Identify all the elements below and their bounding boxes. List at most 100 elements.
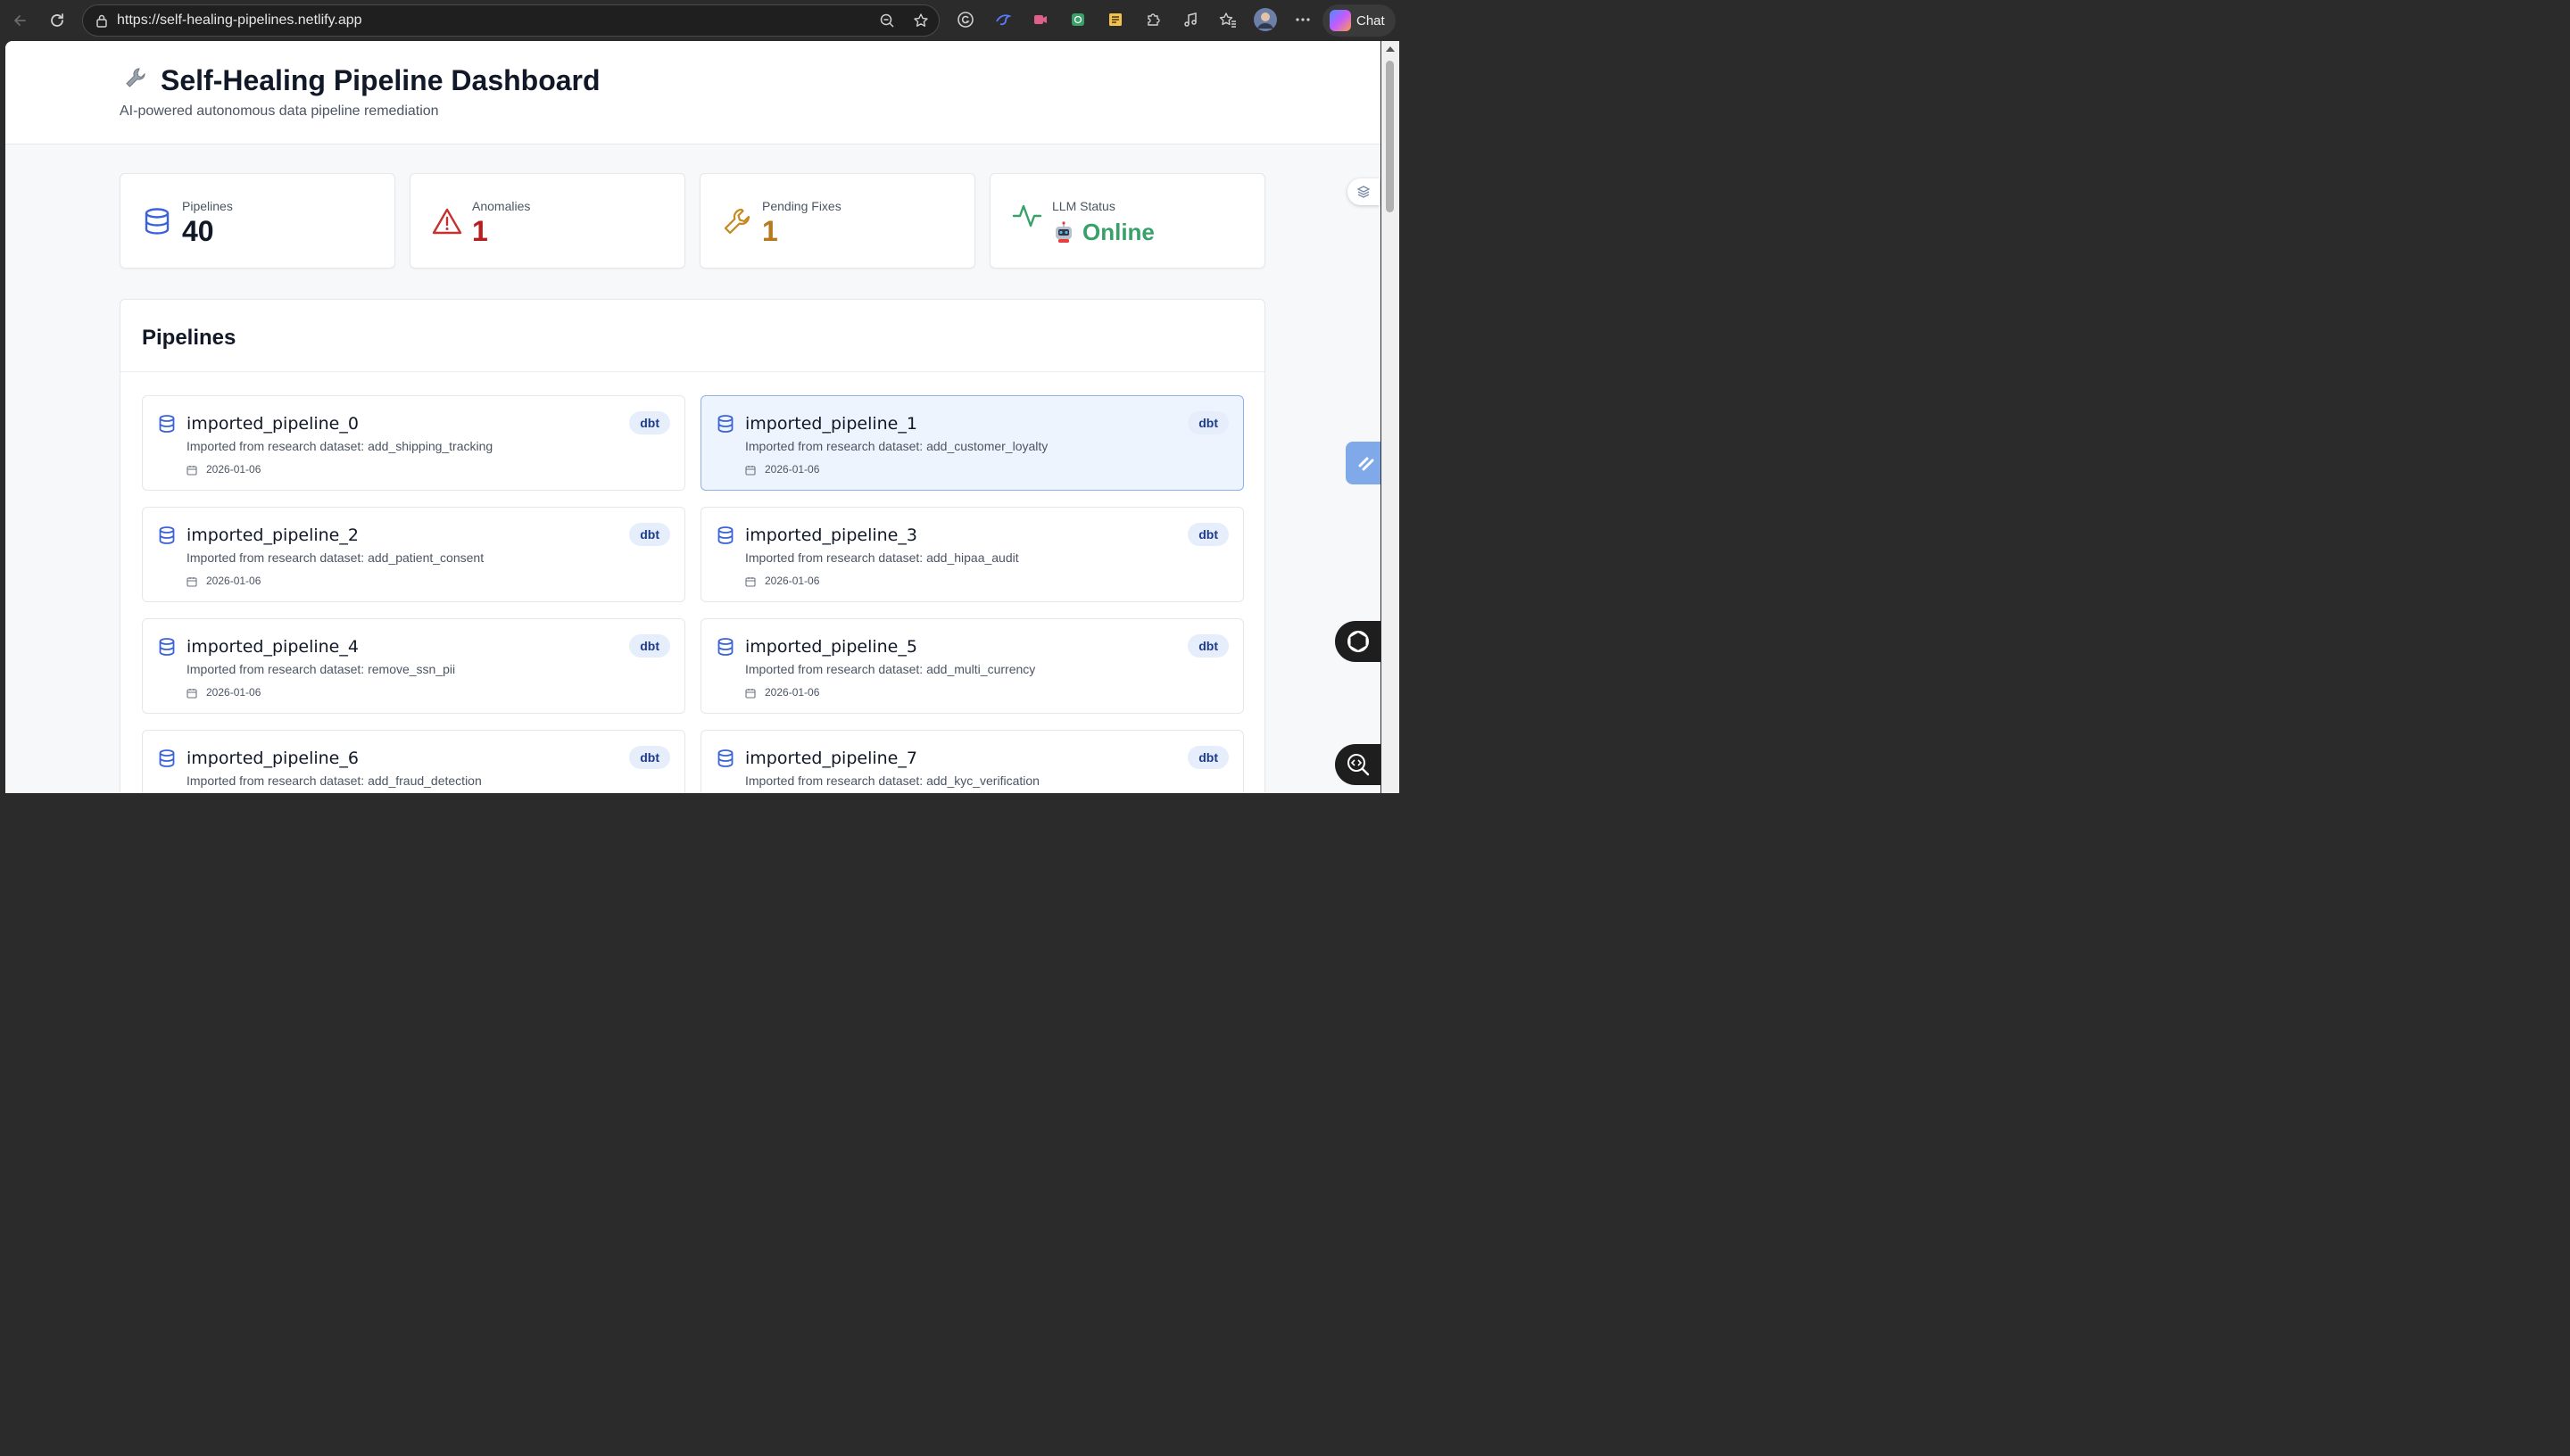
pipeline-type-badge: dbt — [629, 523, 670, 546]
search-code-widget-button[interactable] — [1335, 744, 1380, 785]
pipeline-card[interactable]: imported_pipeline_3 dbt Imported from rese… — [701, 507, 1244, 602]
stat-card-anomalies: Anomalies 1 — [410, 173, 685, 269]
calendar-icon — [745, 687, 756, 699]
pipeline-type-badge: dbt — [1188, 523, 1229, 546]
favorite-star-icon[interactable] — [912, 12, 930, 29]
calendar-icon — [187, 464, 197, 476]
address-bar[interactable]: https://self-healing-pipelines.netlify.a… — [82, 4, 940, 37]
pipeline-type-badge: dbt — [1188, 746, 1229, 769]
stat-card-llm-status: LLM Status Online — [990, 173, 1265, 269]
robot-icon — [1052, 221, 1075, 244]
pipeline-date: 2026-01-06 — [765, 575, 820, 587]
stat-label: LLM Status — [1052, 199, 1115, 213]
database-icon — [717, 637, 734, 657]
database-icon — [158, 525, 176, 545]
pipeline-date: 2026-01-06 — [206, 686, 261, 699]
pipeline-type-badge: dbt — [1188, 411, 1229, 434]
pipeline-card[interactable]: imported_pipeline_6 dbt Imported from rese… — [142, 730, 685, 793]
extension-video-icon[interactable] — [1028, 7, 1053, 32]
pipeline-name: imported_pipeline_3 — [745, 525, 917, 545]
llm-status-text: Online — [1082, 219, 1155, 245]
zoom-out-icon[interactable] — [878, 12, 896, 29]
database-icon — [158, 749, 176, 768]
pipeline-card[interactable]: imported_pipeline_2 dbt Imported from rese… — [142, 507, 685, 602]
database-icon — [717, 414, 734, 434]
stat-value: 1 — [472, 215, 488, 247]
media-control-icon[interactable] — [1178, 7, 1203, 32]
llm-status-value: Online — [1052, 219, 1155, 246]
database-icon — [158, 414, 176, 434]
calendar-icon — [187, 687, 197, 699]
wrench-emoji-icon — [123, 65, 148, 96]
database-icon — [717, 525, 734, 545]
copilot-chat-button[interactable]: Chat — [1322, 4, 1396, 37]
favorites-icon[interactable] — [1215, 7, 1240, 32]
stat-label: Anomalies — [472, 199, 531, 213]
openai-widget-button[interactable] — [1335, 621, 1380, 662]
page-subtitle: AI-powered autonomous data pipeline reme… — [120, 103, 439, 119]
pipeline-name: imported_pipeline_6 — [187, 749, 359, 768]
pipeline-name: imported_pipeline_4 — [187, 637, 359, 657]
stat-value: 40 — [182, 215, 214, 247]
database-icon — [717, 749, 734, 768]
pipeline-type-badge: dbt — [629, 411, 670, 434]
pipeline-date: 2026-01-06 — [765, 686, 820, 699]
pipelines-panel-header: Pipelines — [120, 300, 1264, 372]
copilot-icon — [1330, 10, 1351, 31]
back-arrow-icon[interactable] — [7, 8, 32, 33]
pipeline-description: Imported from research dataset: add_cust… — [745, 439, 1049, 453]
pipeline-description: Imported from research dataset: add_mult… — [745, 662, 1036, 676]
pipeline-card[interactable]: imported_pipeline_1 dbt Imported from rese… — [701, 395, 1244, 491]
pipeline-type-badge: dbt — [1188, 634, 1229, 658]
pipeline-card[interactable]: imported_pipeline_7 dbt Imported from rese… — [701, 730, 1244, 793]
pipeline-type-badge: dbt — [629, 746, 670, 769]
pipeline-description: Imported from research dataset: add_pati… — [187, 550, 485, 565]
pipeline-name: imported_pipeline_0 — [187, 414, 359, 434]
stat-card-pipelines: Pipelines 40 — [120, 173, 395, 269]
pipeline-description: Imported from research dataset: add_frau… — [187, 774, 482, 788]
floating-assistant-button[interactable] — [1346, 442, 1380, 484]
url-text[interactable]: https://self-healing-pipelines.netlify.a… — [117, 12, 362, 29]
grammarly-extension-icon[interactable] — [953, 7, 978, 32]
lock-icon[interactable] — [94, 12, 110, 29]
warning-icon — [432, 208, 462, 235]
scrollbar-thumb[interactable] — [1386, 61, 1394, 212]
pipeline-description: Imported from research dataset: add_ship… — [187, 439, 493, 453]
page-scrollbar[interactable] — [1381, 41, 1399, 793]
extension-notes-icon[interactable] — [1103, 7, 1128, 32]
extension-bird-icon[interactable] — [991, 7, 1016, 32]
scroll-up-arrow-icon[interactable] — [1386, 46, 1395, 52]
pipeline-type-badge: dbt — [629, 634, 670, 658]
pipeline-description: Imported from research dataset: add_kyc_… — [745, 774, 1040, 788]
pipeline-date: 2026-01-06 — [206, 463, 261, 476]
chat-label: Chat — [1356, 12, 1385, 29]
pipeline-date: 2026-01-06 — [206, 575, 261, 587]
browser-toolbar: https://self-healing-pipelines.netlify.a… — [0, 0, 1399, 41]
database-icon — [158, 637, 176, 657]
profile-avatar[interactable] — [1253, 7, 1278, 32]
reload-icon[interactable] — [45, 8, 70, 33]
pipeline-card[interactable]: imported_pipeline_4 dbt Imported from rese… — [142, 618, 685, 714]
stat-label: Pipelines — [182, 199, 233, 213]
pipeline-card[interactable]: imported_pipeline_0 dbt Imported from rese… — [142, 395, 685, 491]
sidebar-extension-widget[interactable] — [1347, 178, 1380, 205]
pipeline-name: imported_pipeline_2 — [187, 525, 359, 545]
pipelines-title: Pipelines — [142, 326, 236, 350]
page-header: Self-Healing Pipeline Dashboard AI-power… — [5, 41, 1380, 145]
pipeline-card[interactable]: imported_pipeline_5 dbt Imported from rese… — [701, 618, 1244, 714]
page-viewport: Self-Healing Pipeline Dashboard AI-power… — [5, 41, 1380, 793]
pipeline-name: imported_pipeline_5 — [745, 637, 917, 657]
wrench-icon — [724, 208, 750, 235]
stat-card-pending-fixes: Pending Fixes 1 — [700, 173, 975, 269]
chatgpt-extension-icon[interactable] — [1065, 7, 1090, 32]
stat-label: Pending Fixes — [762, 199, 841, 213]
pipeline-name: imported_pipeline_1 — [745, 414, 917, 434]
calendar-icon — [745, 575, 756, 587]
pipeline-description: Imported from research dataset: add_hipa… — [745, 550, 1019, 565]
stat-value: 1 — [762, 215, 778, 247]
more-options-icon[interactable] — [1290, 7, 1315, 32]
page-title: Self-Healing Pipeline Dashboard — [161, 64, 601, 96]
pipelines-panel: Pipelines imported_pipeline_0 dbt Imported… — [120, 299, 1265, 793]
extensions-puzzle-icon[interactable] — [1140, 7, 1165, 32]
pipeline-date: 2026-01-06 — [765, 463, 820, 476]
